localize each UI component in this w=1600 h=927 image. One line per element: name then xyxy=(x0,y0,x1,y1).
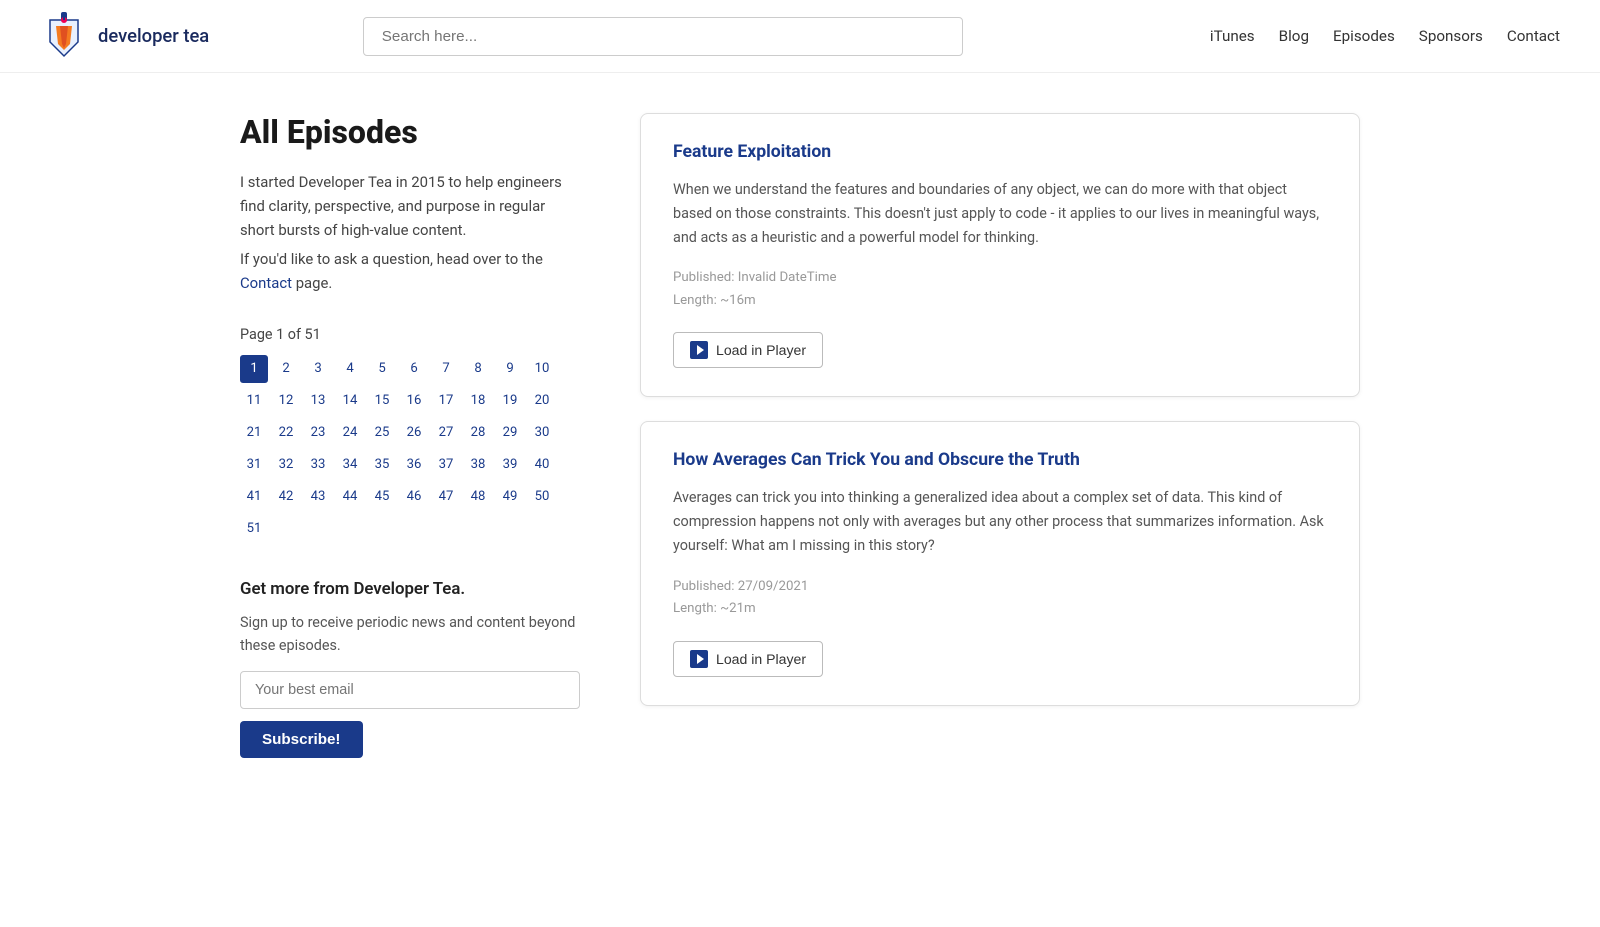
load-player-label-1: Load in Player xyxy=(716,342,806,358)
page-50[interactable]: 50 xyxy=(528,483,556,511)
episode-card-2: How Averages Can Trick You and Obscure t… xyxy=(640,421,1360,705)
pagination-info: Page 1 of 51 xyxy=(240,326,580,343)
page-38[interactable]: 38 xyxy=(464,451,492,479)
search-input[interactable] xyxy=(363,17,963,56)
load-player-button-1[interactable]: Load in Player xyxy=(673,332,823,368)
page-34[interactable]: 34 xyxy=(336,451,364,479)
page-32[interactable]: 32 xyxy=(272,451,300,479)
get-more-text: Sign up to receive periodic news and con… xyxy=(240,611,580,657)
nav-blog[interactable]: Blog xyxy=(1279,27,1309,45)
pagination: 1 2 3 4 5 6 7 8 9 10 11 12 13 14 15 16 1… xyxy=(240,355,580,543)
page-13[interactable]: 13 xyxy=(304,387,332,415)
episode-title-2: How Averages Can Trick You and Obscure t… xyxy=(673,450,1327,470)
page-33[interactable]: 33 xyxy=(304,451,332,479)
page-39[interactable]: 39 xyxy=(496,451,524,479)
nav-itunes[interactable]: iTunes xyxy=(1210,27,1255,45)
page-7[interactable]: 7 xyxy=(432,355,460,383)
episode-meta-2: Published: 27/09/2021 Length: ~21m xyxy=(673,576,1327,621)
subscribe-button[interactable]: Subscribe! xyxy=(240,721,363,758)
page-51[interactable]: 51 xyxy=(240,515,268,543)
page-43[interactable]: 43 xyxy=(304,483,332,511)
page-8[interactable]: 8 xyxy=(464,355,492,383)
logo[interactable]: developer tea xyxy=(40,12,209,60)
get-more-heading: Get more from Developer Tea. xyxy=(240,579,580,599)
page-27[interactable]: 27 xyxy=(432,419,460,447)
page-31[interactable]: 31 xyxy=(240,451,268,479)
page-44[interactable]: 44 xyxy=(336,483,364,511)
intro-text-1: I started Developer Tea in 2015 to help … xyxy=(240,171,580,242)
page-36[interactable]: 36 xyxy=(400,451,428,479)
page-26[interactable]: 26 xyxy=(400,419,428,447)
episode-title-1: Feature Exploitation xyxy=(673,142,1327,162)
episode-published-1: Published: Invalid DateTime xyxy=(673,267,1327,290)
page-5[interactable]: 5 xyxy=(368,355,396,383)
page-37[interactable]: 37 xyxy=(432,451,460,479)
page-40[interactable]: 40 xyxy=(528,451,556,479)
page-46[interactable]: 46 xyxy=(400,483,428,511)
page-14[interactable]: 14 xyxy=(336,387,364,415)
search-bar xyxy=(363,17,963,56)
page-22[interactable]: 22 xyxy=(272,419,300,447)
page-24[interactable]: 24 xyxy=(336,419,364,447)
email-field[interactable] xyxy=(240,671,580,709)
load-player-label-2: Load in Player xyxy=(716,651,806,667)
logo-icon xyxy=(40,12,88,60)
left-column: All Episodes I started Developer Tea in … xyxy=(240,113,580,758)
page-35[interactable]: 35 xyxy=(368,451,396,479)
page-47[interactable]: 47 xyxy=(432,483,460,511)
intro-text-2: If you'd like to ask a question, head ov… xyxy=(240,248,580,296)
page-48[interactable]: 48 xyxy=(464,483,492,511)
page-2[interactable]: 2 xyxy=(272,355,300,383)
episode-desc-2: Averages can trick you into thinking a g… xyxy=(673,486,1327,557)
episode-length-1: Length: ~16m xyxy=(673,290,1327,313)
episodes-list: Feature Exploitation When we understand … xyxy=(640,113,1360,758)
episode-card-1: Feature Exploitation When we understand … xyxy=(640,113,1360,397)
page-title: All Episodes xyxy=(240,113,580,151)
player-icon-1 xyxy=(690,341,708,359)
page-9[interactable]: 9 xyxy=(496,355,524,383)
page-1[interactable]: 1 xyxy=(240,355,268,383)
page-41[interactable]: 41 xyxy=(240,483,268,511)
episode-length-2: Length: ~21m xyxy=(673,598,1327,621)
episode-link-2[interactable]: How Averages Can Trick You and Obscure t… xyxy=(673,450,1080,470)
nav-sponsors[interactable]: Sponsors xyxy=(1419,27,1483,45)
page-49[interactable]: 49 xyxy=(496,483,524,511)
intro-line2: If you'd like to ask a question, head ov… xyxy=(240,250,543,268)
load-player-button-2[interactable]: Load in Player xyxy=(673,641,823,677)
episode-meta-1: Published: Invalid DateTime Length: ~16m xyxy=(673,267,1327,312)
main-nav: iTunes Blog Episodes Sponsors Contact xyxy=(1210,27,1560,45)
page-29[interactable]: 29 xyxy=(496,419,524,447)
page-16[interactable]: 16 xyxy=(400,387,428,415)
page-6[interactable]: 6 xyxy=(400,355,428,383)
nav-contact[interactable]: Contact xyxy=(1507,27,1560,45)
nav-episodes[interactable]: Episodes xyxy=(1333,27,1395,45)
episode-desc-1: When we understand the features and boun… xyxy=(673,178,1327,249)
page-20[interactable]: 20 xyxy=(528,387,556,415)
page-30[interactable]: 30 xyxy=(528,419,556,447)
page-28[interactable]: 28 xyxy=(464,419,492,447)
player-icon-2 xyxy=(690,650,708,668)
page-21[interactable]: 21 xyxy=(240,419,268,447)
page-23[interactable]: 23 xyxy=(304,419,332,447)
page-15[interactable]: 15 xyxy=(368,387,396,415)
page-18[interactable]: 18 xyxy=(464,387,492,415)
page-45[interactable]: 45 xyxy=(368,483,396,511)
intro-line3: page. xyxy=(296,274,333,292)
episode-published-2: Published: 27/09/2021 xyxy=(673,576,1327,599)
page-19[interactable]: 19 xyxy=(496,387,524,415)
page-12[interactable]: 12 xyxy=(272,387,300,415)
page-11[interactable]: 11 xyxy=(240,387,268,415)
page-17[interactable]: 17 xyxy=(432,387,460,415)
page-25[interactable]: 25 xyxy=(368,419,396,447)
page-4[interactable]: 4 xyxy=(336,355,364,383)
page-3[interactable]: 3 xyxy=(304,355,332,383)
contact-link[interactable]: Contact xyxy=(240,274,292,292)
page-42[interactable]: 42 xyxy=(272,483,300,511)
logo-text: developer tea xyxy=(98,26,209,47)
page-10[interactable]: 10 xyxy=(528,355,556,383)
episode-link-1[interactable]: Feature Exploitation xyxy=(673,142,831,162)
get-more-section: Get more from Developer Tea. Sign up to … xyxy=(240,579,580,758)
